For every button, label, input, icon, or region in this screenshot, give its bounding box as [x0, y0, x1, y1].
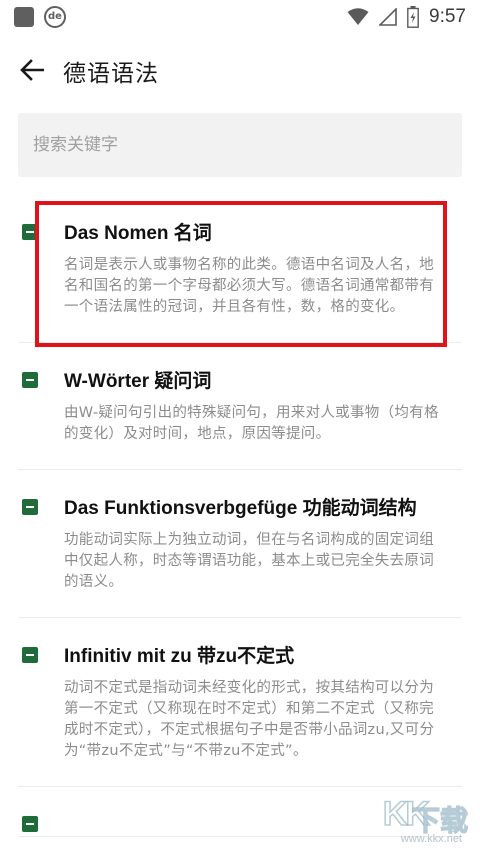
bookmark-icon	[22, 647, 38, 663]
search-box[interactable]	[18, 113, 462, 177]
status-bar-right: 9:57	[347, 5, 466, 29]
search-input[interactable]	[18, 113, 462, 177]
bookmark-icon	[22, 224, 38, 240]
item-title: Das Nomen 名词	[64, 223, 212, 244]
list-item-infinitiv-mit-zu[interactable]: Infinitiv mit zu 带zu不定式 动词不定式是指动词未经变化的形式…	[18, 618, 462, 787]
list-item-w-woerter[interactable]: W-Wörter 疑问词 由W-疑问句引出的特殊疑问句，用来对人或事物（均有格的…	[18, 343, 462, 470]
list-item-funktionsverbgefuege[interactable]: Das Funktionsverbgefüge 功能动词结构 功能动词实际上为独…	[18, 470, 462, 618]
status-time: 9:57	[429, 6, 466, 27]
back-button[interactable]	[14, 52, 50, 88]
battery-icon	[407, 6, 419, 28]
item-description: 由W-疑问句引出的特殊疑问句，用来对人或事物（均有格的变化）及对时间，地点，原因…	[64, 405, 439, 442]
item-title: W-Wörter 疑问词	[64, 371, 212, 392]
page-title: 德语语法	[63, 61, 159, 87]
app-bar: 德语语法	[0, 40, 480, 98]
arrow-left-icon	[20, 59, 44, 81]
bookmark-icon	[22, 372, 38, 388]
item-description: 功能动词实际上为独立动词，但在与名词构成的固定词组中仅起人称，时态等谓语功能，基…	[64, 532, 434, 590]
bookmark-icon	[22, 816, 38, 832]
item-title: Infinitiv mit zu 带zu不定式	[64, 646, 295, 667]
de-app-icon: de	[44, 6, 66, 28]
item-description: 名词是表示人或事物名称的此类。德语中名词及人名，地名和国名的第一个字母都必须大写…	[64, 257, 434, 315]
item-title: Das Funktionsverbgefüge 功能动词结构	[64, 498, 417, 519]
grammar-topic-list: Das Nomen 名词 名词是表示人或事物名称的此类。德语中名词及人名，地名和…	[0, 195, 480, 837]
wifi-icon	[347, 8, 369, 25]
status-bar: de 9:57	[0, 0, 480, 34]
signal-icon	[379, 8, 397, 26]
list-item-nomen[interactable]: Das Nomen 名词 名词是表示人或事物名称的此类。德语中名词及人名，地名和…	[18, 195, 462, 343]
watermark-url: www.kkx.net	[400, 833, 462, 845]
watermark-logo: KK 下载 www.kkx.net	[354, 794, 472, 845]
item-description: 动词不定式是指动词未经变化的形式，按其结构可以分为第一不定式（又称现在时不定式）…	[64, 680, 435, 759]
bookmark-icon	[22, 499, 38, 515]
notification-square-icon	[14, 7, 34, 27]
